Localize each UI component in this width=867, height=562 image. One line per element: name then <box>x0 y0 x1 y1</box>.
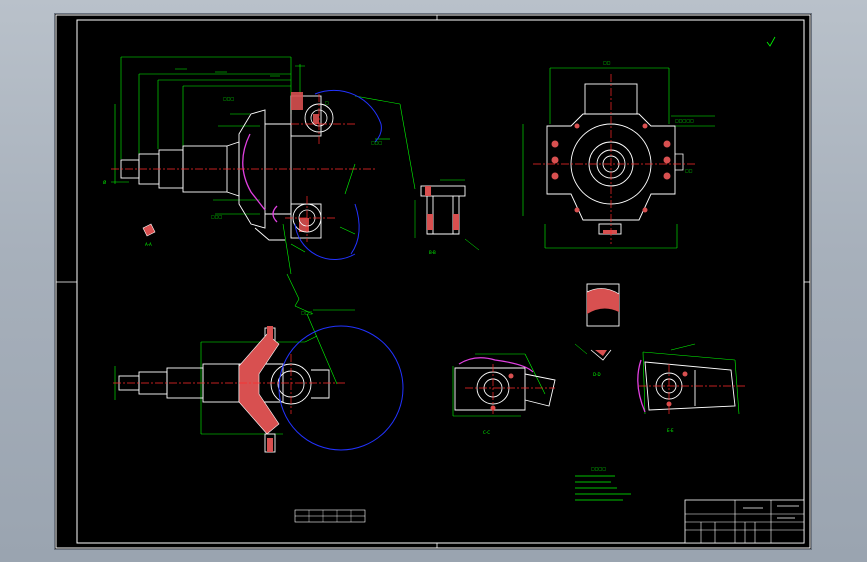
svg-text:□□□□□: □□□□□ <box>675 118 694 123</box>
lower-view[interactable] <box>113 313 404 453</box>
svg-text:Ø: Ø <box>103 180 106 185</box>
title-block[interactable] <box>294 499 805 544</box>
section-a[interactable]: B-B <box>414 179 480 255</box>
technical-notes: □□□□ <box>575 466 631 501</box>
main-view[interactable]: Ø □ □□□ □□□ □□□ □□□ <box>103 56 416 315</box>
svg-text:C-C: C-C <box>483 430 490 435</box>
svg-text:D-D: D-D <box>593 372 601 377</box>
cad-drawing-canvas[interactable]: Ø □ □□□ □□□ □□□ □□□ A-A B-B □□ □□□□□ □□ … <box>55 14 811 549</box>
svg-text:□□: □□ <box>603 60 611 65</box>
inner-border <box>76 19 805 544</box>
svg-text:□□□: □□□ <box>301 310 313 315</box>
svg-text:□□: □□ <box>685 168 693 173</box>
top-view[interactable]: □□ □□□□□ □□ <box>522 60 715 249</box>
side-view[interactable]: E-E <box>637 343 745 433</box>
svg-text:□: □ <box>325 100 329 105</box>
outer-border <box>55 14 811 549</box>
section-c[interactable]: C-C <box>452 353 556 435</box>
svg-text:□□□: □□□ <box>211 214 223 219</box>
svg-text:□□□: □□□ <box>371 140 383 145</box>
svg-text:□□□: □□□ <box>223 96 235 101</box>
detail-e[interactable]: D-D <box>574 283 620 377</box>
svg-text:E-E: E-E <box>667 428 674 433</box>
svg-text:B-B: B-B <box>429 250 436 255</box>
svg-text:□□□□: □□□□ <box>591 466 606 471</box>
roughness-symbol <box>766 36 776 47</box>
drawing-sheet: Ø □ □□□ □□□ □□□ □□□ A-A B-B □□ □□□□□ □□ … <box>55 14 811 549</box>
svg-text:A-A: A-A <box>145 242 152 247</box>
detail-small-left: A-A <box>142 223 156 247</box>
